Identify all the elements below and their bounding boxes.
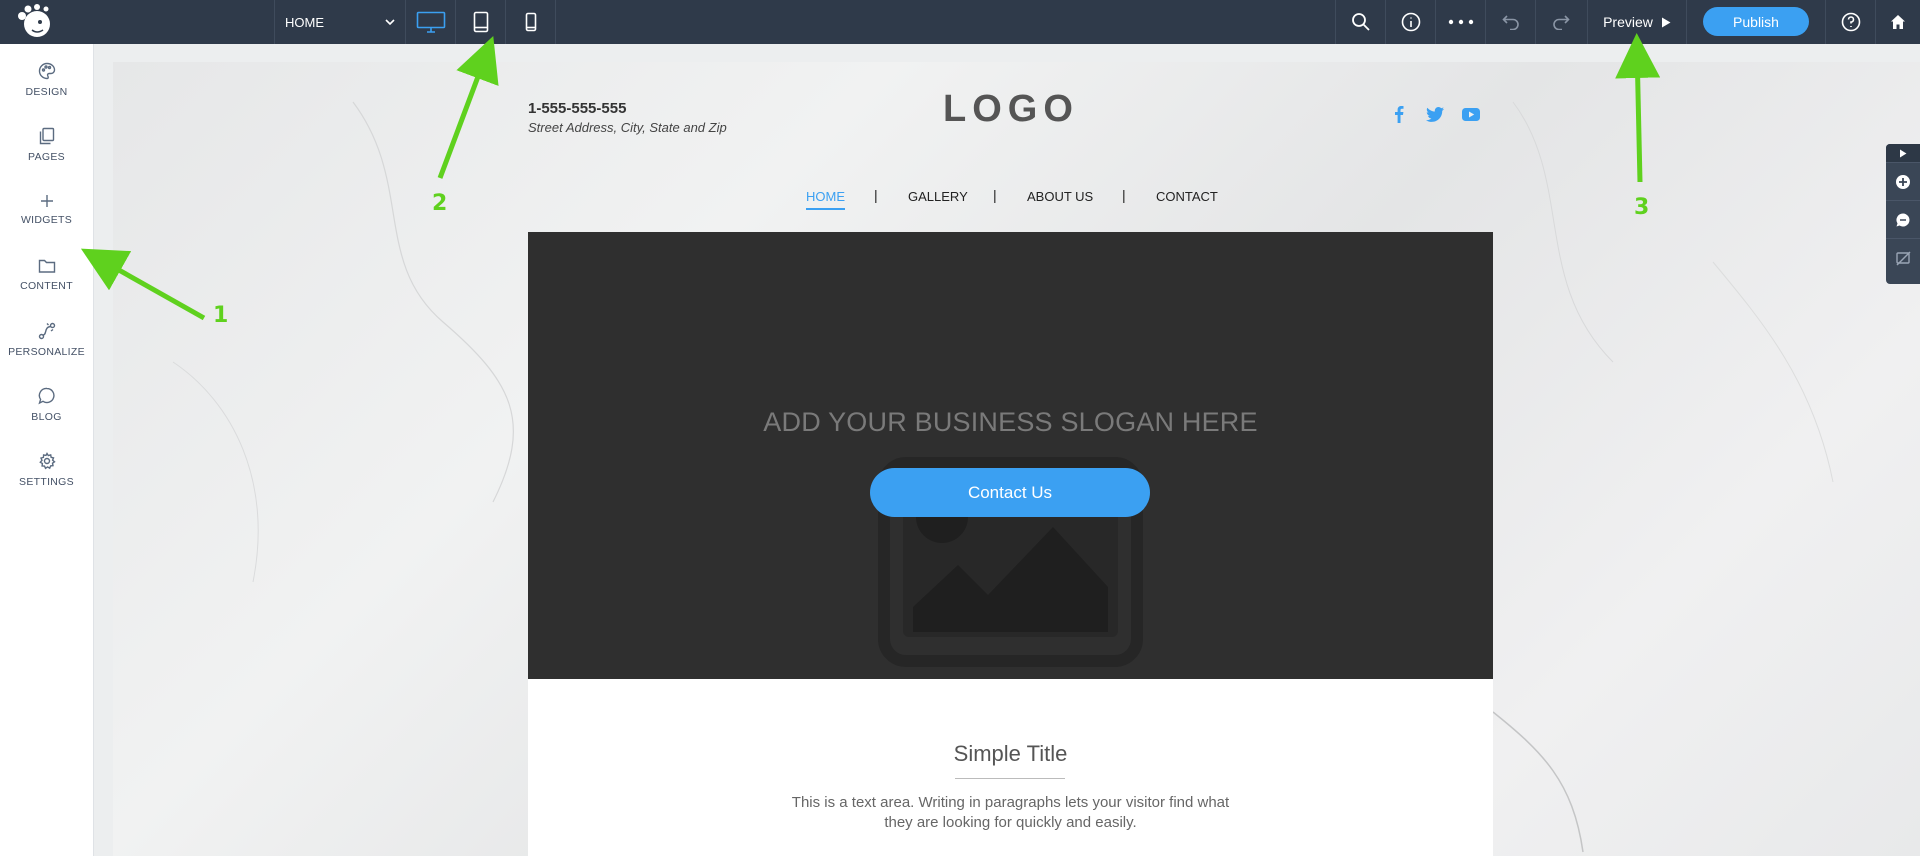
info-button[interactable] [1385,0,1435,44]
sidebar-item-design[interactable]: DESIGN [0,47,93,112]
text-section[interactable]: Simple Title This is a text area. Writin… [528,679,1493,856]
nav-separator: | [993,187,997,203]
nav-gallery[interactable]: GALLERY [908,189,968,204]
sidebar-item-label: CONTENT [20,279,73,292]
hide-layout-button[interactable] [1886,238,1920,276]
collapse-toolbar-button[interactable] [1886,144,1920,162]
tablet-icon [473,11,488,33]
youtube-icon [1462,107,1480,121]
sidebar-item-label: WIDGETS [20,213,73,226]
undo-button[interactable] [1485,0,1535,44]
hero-slogan[interactable]: ADD YOUR BUSINESS SLOGAN HERE [528,407,1493,438]
redo-button[interactable] [1535,0,1585,44]
annotation-label-1: 1 [213,303,229,328]
left-sidebar: DESIGN PAGES WIDGETS CONTENT PERSONALIZE… [0,44,94,856]
facebook-link[interactable] [1389,104,1409,124]
hero-section[interactable]: ADD YOUR BUSINESS SLOGAN HERE Contact Us [528,232,1493,679]
more-dots-icon [1448,19,1473,25]
sidebar-item-pages[interactable]: PAGES [0,112,93,177]
app-logo-icon[interactable] [12,2,58,42]
preview-button[interactable]: Preview [1587,0,1687,44]
facebook-icon [1395,106,1404,123]
search-icon [1351,13,1370,31]
top-toolbar: HOME Preview Publish [0,0,1920,44]
mobile-view-button[interactable] [506,0,556,44]
publish-button[interactable]: Publish [1703,7,1809,36]
sidebar-item-label: PAGES [28,150,65,163]
contact-us-button[interactable]: Contact Us [870,468,1150,517]
sidebar-item-blog[interactable]: BLOG [0,372,93,437]
title-divider [955,778,1065,779]
sidebar-item-label: BLOG [31,410,62,423]
nav-separator: | [1122,187,1126,203]
home-button[interactable] [1875,0,1920,44]
floating-toolbar [1886,144,1920,284]
comment-icon [1896,212,1910,226]
hidden-layout-icon [1896,251,1911,265]
more-options-button[interactable] [1435,0,1485,44]
sidebar-item-label: PERSONALIZE [8,345,85,358]
undo-icon [1501,15,1519,30]
twitter-link[interactable] [1425,104,1445,124]
plus-icon [40,194,53,207]
page-selector-dropdown[interactable]: HOME [274,0,406,44]
section-title[interactable]: Simple Title [528,741,1493,767]
site-phone[interactable]: 1-555-555-555 [528,100,626,117]
youtube-link[interactable] [1461,104,1481,124]
home-icon [1891,15,1905,29]
help-button[interactable] [1825,0,1875,44]
site-logo[interactable]: LOGO [943,88,1079,131]
tablet-view-button[interactable] [456,0,506,44]
search-button[interactable] [1335,0,1385,44]
desktop-icon [416,11,445,33]
annotation-label-3: 3 [1634,195,1650,220]
folder-icon [38,259,55,273]
nav-about-us[interactable]: ABOUT US [1027,189,1093,204]
sidebar-item-widgets[interactable]: WIDGETS [0,177,93,242]
comments-button[interactable] [1886,200,1920,238]
nav-separator: | [874,187,878,203]
palette-icon [38,62,55,79]
page-selector-value: HOME [285,14,324,30]
annotation-label-2: 2 [432,191,448,216]
help-icon [1841,12,1860,32]
info-icon [1401,12,1420,32]
nav-contact[interactable]: CONTACT [1156,189,1218,204]
chat-bubble-icon [37,387,55,404]
personalize-icon [38,322,55,339]
mobile-icon [525,12,536,32]
sidebar-item-label: DESIGN [25,85,68,98]
preview-label: Preview [1603,14,1653,30]
add-element-button[interactable] [1886,162,1920,200]
sidebar-item-personalize[interactable]: PERSONALIZE [0,307,93,372]
nav-home[interactable]: HOME [806,189,845,210]
sidebar-item-content[interactable]: CONTENT [0,242,93,307]
chevron-down-icon [385,19,395,26]
play-icon [1661,17,1671,27]
plus-circle-icon [1896,174,1910,189]
pages-icon [39,127,54,144]
redo-icon [1552,15,1570,30]
sidebar-item-settings[interactable]: SETTINGS [0,437,93,502]
gear-icon [38,451,56,469]
site-address[interactable]: Street Address, City, State and Zip [528,120,727,135]
play-icon [1900,149,1907,157]
sidebar-item-label: SETTINGS [19,475,74,488]
section-paragraph[interactable]: This is a text area. Writing in paragrap… [790,793,1231,833]
desktop-view-button[interactable] [406,0,456,44]
twitter-icon [1426,106,1444,122]
